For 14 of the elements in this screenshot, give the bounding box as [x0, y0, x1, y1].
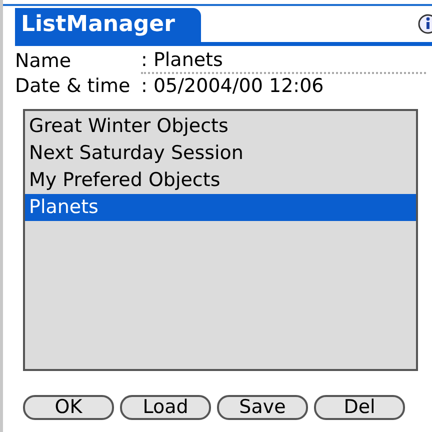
list-item[interactable]: Next Saturday Session	[25, 140, 416, 167]
field-value[interactable]: : Planets	[141, 49, 426, 74]
field-label: Date & time	[15, 74, 132, 99]
list-item[interactable]: Planets	[25, 194, 416, 221]
info-icon[interactable]	[418, 14, 432, 36]
action-button[interactable]: Del	[314, 395, 405, 420]
list-item[interactable]: Great Winter Objects	[25, 113, 416, 140]
action-button[interactable]: OK	[23, 395, 114, 420]
field-value: : 05/2004/00 12:06	[141, 74, 325, 99]
field-label: Name	[15, 49, 72, 74]
action-button[interactable]: Load	[120, 395, 211, 420]
list-item[interactable]: My Prefered Objects	[25, 167, 416, 194]
action-button[interactable]: Save	[217, 395, 308, 420]
window-title: ListManager	[15, 8, 201, 42]
